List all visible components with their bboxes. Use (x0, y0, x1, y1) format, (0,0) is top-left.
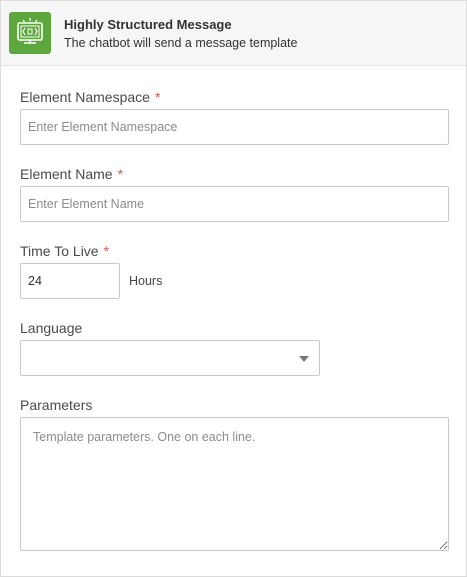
element-namespace-input[interactable] (20, 109, 449, 145)
parameters-textarea[interactable] (20, 417, 449, 551)
required-asterisk: * (103, 243, 110, 259)
template-panel: Highly Structured Message The chatbot wi… (0, 0, 467, 577)
ttl-units: Hours (129, 274, 163, 288)
namespace-label: Element Namespace * (20, 89, 160, 105)
ttl-label-text: Time To Live (20, 243, 99, 259)
header-title: Highly Structured Message (64, 17, 232, 32)
name-label-text: Element Name (20, 166, 113, 182)
name-label: Element Name * (20, 166, 123, 182)
parameters-label: Parameters (20, 397, 93, 413)
language-select[interactable] (20, 340, 320, 376)
language-label: Language (20, 320, 83, 336)
panel-header: Highly Structured Message The chatbot wi… (1, 1, 466, 66)
ttl-label: Time To Live * (20, 243, 109, 259)
required-asterisk: * (117, 166, 124, 182)
required-asterisk: * (154, 89, 161, 105)
header-subtitle: The chatbot will send a message template (64, 36, 298, 50)
message-template-icon (9, 12, 51, 54)
element-name-input[interactable] (20, 186, 449, 222)
time-to-live-input[interactable] (20, 263, 120, 299)
chevron-down-icon (299, 356, 309, 362)
namespace-label-text: Element Namespace (20, 89, 150, 105)
